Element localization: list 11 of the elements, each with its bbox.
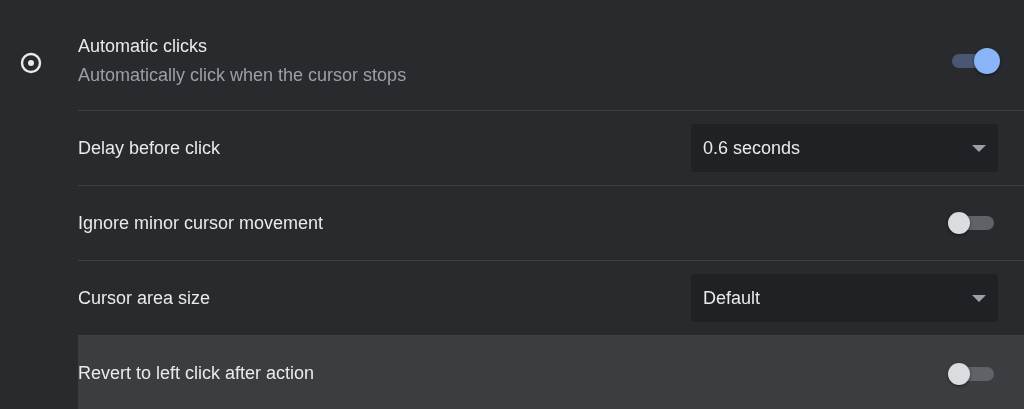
dropdown[interactable]: 0.6 seconds xyxy=(691,124,998,172)
setting-label: Revert to left click after action xyxy=(78,363,316,384)
setting-label: Cursor area size xyxy=(78,287,212,309)
target-icon xyxy=(19,50,43,75)
setting-label: Ignore minor cursor movement xyxy=(78,212,325,234)
caret-icon xyxy=(972,144,986,152)
dropdown[interactable]: Default xyxy=(691,274,998,322)
setting-description: Automatically click when the cursor stops xyxy=(78,65,408,86)
caret-icon xyxy=(972,294,986,302)
setting-label: Delay before click xyxy=(78,137,222,159)
setting-title: Automatic clicks xyxy=(78,36,209,57)
